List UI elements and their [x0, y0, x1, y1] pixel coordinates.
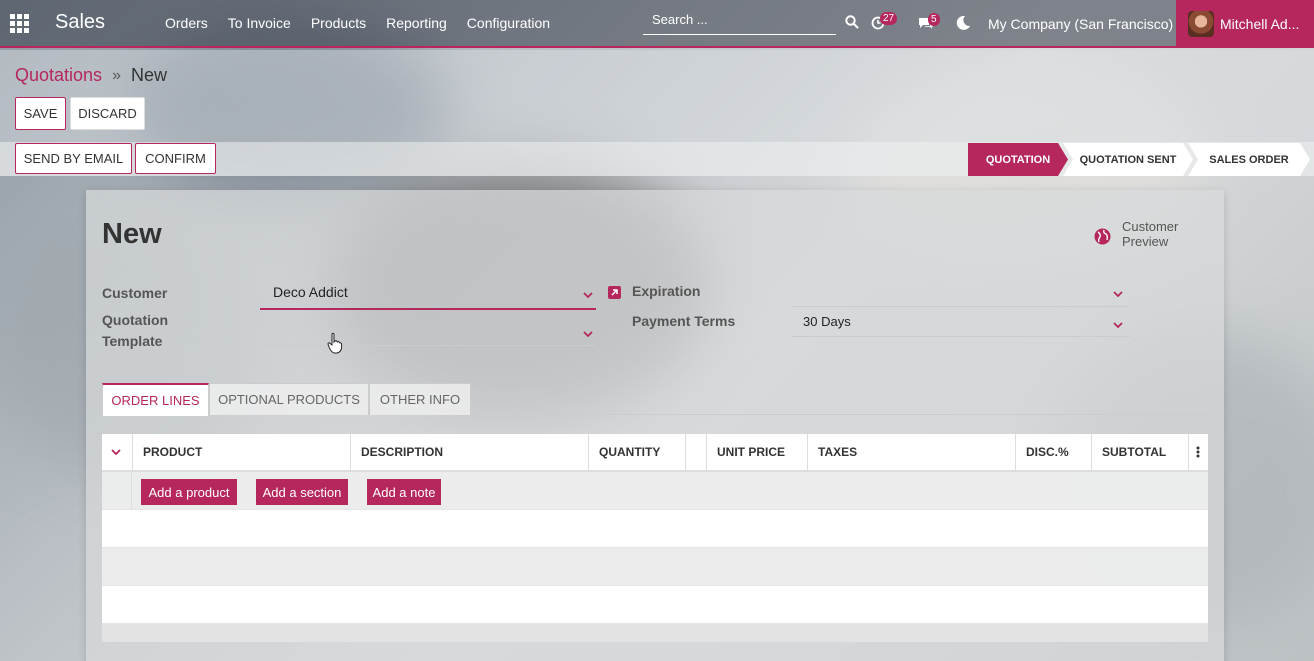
tab-order-lines[interactable]: ORDER LINES	[102, 383, 209, 416]
row-gutter	[102, 472, 132, 509]
expiration-field[interactable]	[792, 283, 1130, 307]
payment-terms-value: 30 Days	[803, 314, 851, 329]
add-section-button[interactable]: Add a section	[256, 479, 348, 505]
control-panel	[0, 50, 1314, 142]
table-row	[102, 548, 1208, 586]
search-input[interactable]	[643, 8, 836, 30]
breadcrumb-separator-icon: »	[112, 66, 121, 84]
menu-reporting[interactable]: Reporting	[386, 15, 447, 31]
avatar	[1188, 11, 1214, 37]
top-navbar: Sales Orders To Invoice Products Reporti…	[0, 0, 1314, 48]
column-taxes[interactable]: TAXES	[807, 434, 1015, 470]
breadcrumb-quotations[interactable]: Quotations	[15, 65, 102, 86]
menu-orders[interactable]: Orders	[165, 15, 208, 31]
column-unit-price[interactable]: UNIT PRICE	[706, 434, 807, 470]
user-name: Mitchell Ad...	[1220, 16, 1300, 32]
column-product[interactable]: PRODUCT	[132, 434, 350, 470]
chevron-down-icon	[111, 449, 121, 455]
confirm-button[interactable]: CONFIRM	[135, 143, 216, 174]
search-icon[interactable]	[845, 15, 859, 29]
table-row: Add a product Add a section Add a note	[102, 472, 1208, 510]
discard-button[interactable]: DISCARD	[70, 97, 145, 130]
table-header: PRODUCT DESCRIPTION QUANTITY UNIT PRICE …	[102, 434, 1208, 472]
expiration-label: Expiration	[632, 283, 701, 299]
column-discount[interactable]: DISC.%	[1015, 434, 1091, 470]
column-blank	[685, 434, 706, 470]
moon-icon[interactable]	[955, 15, 971, 31]
send-by-email-button[interactable]: SEND BY EMAIL	[15, 143, 132, 174]
add-product-button[interactable]: Add a product	[141, 479, 237, 505]
kebab-menu-icon	[1196, 446, 1200, 458]
app-name[interactable]: Sales	[55, 11, 105, 34]
user-menu[interactable]: Mitchell Ad...	[1176, 0, 1314, 48]
quotation-template-label-1: Quotation	[102, 312, 169, 328]
tab-other-info[interactable]: OTHER INFO	[369, 383, 471, 415]
column-quantity[interactable]: QUANTITY	[588, 434, 685, 470]
table-row	[102, 586, 1208, 624]
external-link-icon[interactable]	[608, 286, 621, 299]
customer-label: Customer	[102, 285, 168, 301]
company-switcher[interactable]: My Company (San Francisco)	[988, 16, 1173, 32]
hand-cursor-icon	[327, 332, 343, 354]
menu-to-invoice[interactable]: To Invoice	[228, 15, 291, 31]
tab-optional-products[interactable]: OPTIONAL PRODUCTS	[209, 383, 369, 415]
payment-terms-label: Payment Terms	[632, 313, 736, 329]
add-note-button[interactable]: Add a note	[367, 479, 441, 505]
message-badge: 5	[928, 13, 940, 26]
breadcrumb: Quotations » New	[15, 65, 167, 86]
menu-configuration[interactable]: Configuration	[467, 15, 550, 31]
stage-sales-order[interactable]: SALES ORDER	[1188, 143, 1310, 176]
order-lines-table: PRODUCT DESCRIPTION QUANTITY UNIT PRICE …	[102, 434, 1208, 642]
save-button[interactable]: SAVE	[15, 97, 66, 130]
notebook-tabs: ORDER LINES OPTIONAL PRODUCTS OTHER INFO	[102, 383, 1208, 416]
quotation-template-label-2: Template	[102, 333, 163, 349]
apps-grid-icon[interactable]	[10, 14, 30, 34]
quotation-template-field[interactable]	[260, 318, 596, 346]
chevron-down-icon[interactable]	[583, 292, 593, 298]
menu-products[interactable]: Products	[311, 15, 366, 31]
stage-quotation-sent[interactable]: QUOTATION SENT	[1063, 143, 1193, 176]
table-footer	[102, 624, 1208, 642]
section-toggle[interactable]	[102, 434, 132, 470]
column-description[interactable]: DESCRIPTION	[350, 434, 588, 470]
search-box	[643, 8, 836, 35]
column-subtotal[interactable]: SUBTOTAL	[1091, 434, 1188, 470]
breadcrumb-current: New	[130, 65, 167, 85]
chevron-down-icon[interactable]	[583, 331, 593, 337]
customer-preview-label: Customer Preview	[1122, 219, 1179, 249]
payment-terms-field[interactable]: 30 Days	[792, 311, 1130, 337]
customer-preview-button[interactable]: Customer Preview	[1094, 219, 1192, 249]
column-options-icon[interactable]	[1188, 434, 1208, 470]
stage-quotation[interactable]: QUOTATION	[968, 143, 1068, 176]
chevron-down-icon[interactable]	[1113, 291, 1123, 297]
record-title: New	[102, 218, 162, 250]
customer-field[interactable]: Deco Addict	[260, 280, 596, 310]
globe-icon	[1094, 228, 1111, 245]
table-row	[102, 510, 1208, 548]
chevron-down-icon[interactable]	[1113, 322, 1123, 328]
activity-badge: 27	[880, 12, 898, 25]
customer-value: Deco Addict	[273, 284, 348, 300]
main-menu: Orders To Invoice Products Reporting Con…	[155, 15, 560, 31]
